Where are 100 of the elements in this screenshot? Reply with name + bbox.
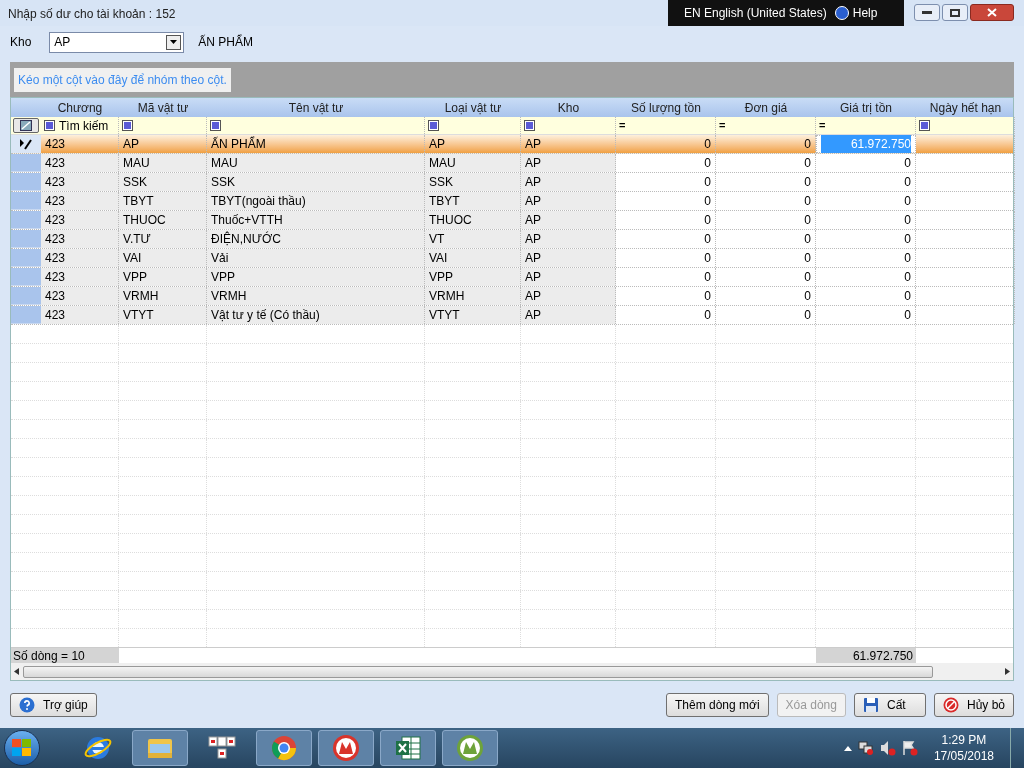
table-cell: AP <box>521 154 616 172</box>
m-logo-icon[interactable] <box>455 733 485 763</box>
table-cell: ẤN PHẨM <box>207 135 425 153</box>
table-cell: 0 <box>616 287 716 305</box>
warehouse-name: ẤN PHẨM <box>198 33 254 51</box>
question-icon <box>19 696 35 713</box>
filter-operator[interactable]: = <box>719 120 726 131</box>
table-cell: ĐIỆN,NƯỚC <box>207 230 425 248</box>
warehouse-label: Kho <box>10 34 32 51</box>
clock[interactable]: 1:29 PM 17/05/2018 <box>923 732 1004 764</box>
cancel-button[interactable]: Hủy bỏ <box>933 692 1014 717</box>
help-icon <box>834 6 849 20</box>
table-cell: 0 <box>816 249 916 267</box>
table-row[interactable]: 423 THUOC Thuốc+VTTH THUOC AP 0 0 0 <box>11 211 1013 230</box>
table-cell: AP <box>521 230 616 248</box>
filter-cell[interactable] <box>521 117 616 134</box>
table-cell: 0 <box>716 154 816 172</box>
filter-cell[interactable]: = <box>716 117 816 134</box>
search-filter-field[interactable]: Tìm kiếm <box>59 116 109 135</box>
table-cell: 0 <box>616 268 716 286</box>
table-cell: 423 <box>41 268 119 286</box>
table-row[interactable]: 423 TBYT TBYT(ngoài thầu) TBYT AP 0 0 0 <box>11 192 1013 211</box>
warehouse-dropdown[interactable]: AP <box>49 31 185 53</box>
column-header[interactable]: Loại vật tư <box>425 98 521 117</box>
scroll-left-icon[interactable] <box>14 668 19 675</box>
table-cell: 0 <box>716 230 816 248</box>
filter-checkbox-icon[interactable] <box>428 120 439 131</box>
table-row[interactable]: 423 V.TƯ ĐIỆN,NƯỚC VT AP 0 0 0 <box>11 230 1013 249</box>
table-cell: SSK <box>425 173 521 191</box>
filter-cell[interactable]: = <box>616 117 716 134</box>
table-row[interactable]: 423 VPP VPP VPP AP 0 0 0 <box>11 268 1013 287</box>
filter-checkbox-icon[interactable] <box>44 120 55 131</box>
table-cell: 0 <box>616 173 716 191</box>
language-help-link[interactable]: Help <box>852 4 878 22</box>
table-row[interactable]: 423 SSK SSK SSK AP 0 0 0 <box>11 173 1013 192</box>
m-logo-icon[interactable] <box>331 733 361 763</box>
filter-checkbox-icon[interactable] <box>524 120 535 131</box>
table-cell: VAI <box>119 249 207 267</box>
table-cell: Thuốc+VTTH <box>207 211 425 229</box>
chrome-circle-icon[interactable] <box>269 733 299 763</box>
column-header[interactable]: Ngày hết hạn <box>916 98 1015 117</box>
filter-cell[interactable] <box>425 117 521 134</box>
filter-checkbox-icon[interactable] <box>919 120 930 131</box>
table-cell: 0 <box>816 154 916 172</box>
table-row[interactable]: 423 VRMH VRMH VRMH AP 0 0 0 <box>11 287 1013 306</box>
taskbar-item[interactable] <box>318 730 374 766</box>
flag-icon[interactable] <box>901 740 918 756</box>
table-cell: MAU <box>207 154 425 172</box>
table-cell: AP <box>425 135 521 153</box>
filter-cell[interactable] <box>207 117 425 134</box>
table-cell: 0 <box>816 268 916 286</box>
close-icon <box>987 8 997 17</box>
tray-arrow-icon[interactable] <box>843 745 852 751</box>
filter-checkbox-icon[interactable] <box>122 120 133 131</box>
table-row[interactable]: 423 VAI Vải VAI AP 0 0 0 <box>11 249 1013 268</box>
table-cell: VRMH <box>425 287 521 305</box>
taskbar-item[interactable] <box>380 730 436 766</box>
save-button[interactable]: Cất <box>853 692 926 717</box>
table-cell: 423 <box>41 211 119 229</box>
column-header[interactable]: Đơn giá <box>716 98 816 117</box>
table-cell: 0 <box>716 192 816 210</box>
horizontal-scrollbar[interactable] <box>11 663 1013 680</box>
column-header[interactable]: Số lượng tồn <box>616 98 716 117</box>
table-cell: 0 <box>716 268 816 286</box>
help-button[interactable]: Trợ giúp <box>10 692 97 717</box>
close-button[interactable] <box>970 4 1014 21</box>
filter-cell[interactable]: = <box>816 117 916 134</box>
filter-cell[interactable]: Tìm kiếm <box>41 117 119 134</box>
filter-operator[interactable]: = <box>619 120 626 131</box>
table-cell: 0 <box>616 211 716 229</box>
start-orb-icon[interactable] <box>4 730 40 766</box>
table-cell: AP <box>521 135 616 153</box>
network-icon[interactable] <box>857 740 874 756</box>
filter-cell[interactable] <box>119 117 207 134</box>
filter-operator[interactable]: = <box>819 120 826 131</box>
minimize-button[interactable] <box>914 4 940 21</box>
column-header[interactable]: Chương <box>41 98 119 117</box>
filter-checkbox-icon[interactable] <box>210 120 221 131</box>
column-header[interactable]: Kho <box>521 98 616 117</box>
table-cell: TBYT <box>425 192 521 210</box>
speaker-muted-icon[interactable] <box>879 740 896 756</box>
column-header[interactable]: Mã vật tư <box>119 98 207 117</box>
table-row[interactable]: 423 VTYT Vật tư y tế (Có thầu) VTYT AP 0 0 0 <box>11 306 1013 325</box>
table-row[interactable]: 423 MAU MAU MAU AP 0 0 0 <box>11 154 1013 173</box>
table-cell: AP <box>521 192 616 210</box>
column-header[interactable]: Giá trị tồn <box>816 98 916 117</box>
table-cell: VPP <box>119 268 207 286</box>
table-cell: AP <box>119 135 207 153</box>
table-cell: AP <box>521 249 616 267</box>
spreadsheet-icon[interactable] <box>393 733 423 763</box>
table-cell: THUOC <box>119 211 207 229</box>
scroll-right-icon[interactable] <box>1005 668 1010 675</box>
language-selector[interactable]: EN English (United States) <box>684 4 827 22</box>
filter-cell[interactable] <box>916 117 1015 134</box>
action-button[interactable]: Thêm dòng mới <box>666 692 769 717</box>
filter-toggle-icon[interactable] <box>13 118 39 133</box>
column-header[interactable]: Tên vật tư <box>207 98 425 117</box>
restore-button[interactable] <box>942 4 968 21</box>
table-cell: AP <box>521 173 616 191</box>
table-cell: VT <box>425 230 521 248</box>
